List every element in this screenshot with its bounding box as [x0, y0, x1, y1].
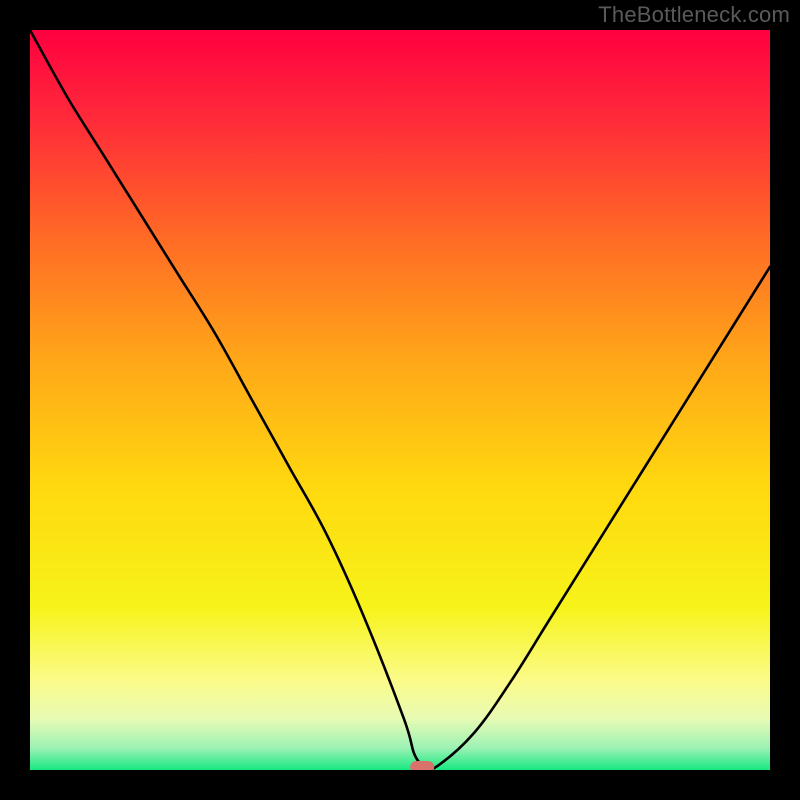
chart-frame: TheBottleneck.com [0, 0, 800, 800]
optimal-marker [410, 761, 434, 770]
bottleneck-chart [30, 30, 770, 770]
plot-area [30, 30, 770, 770]
gradient-background [30, 30, 770, 770]
watermark-text: TheBottleneck.com [598, 2, 790, 28]
